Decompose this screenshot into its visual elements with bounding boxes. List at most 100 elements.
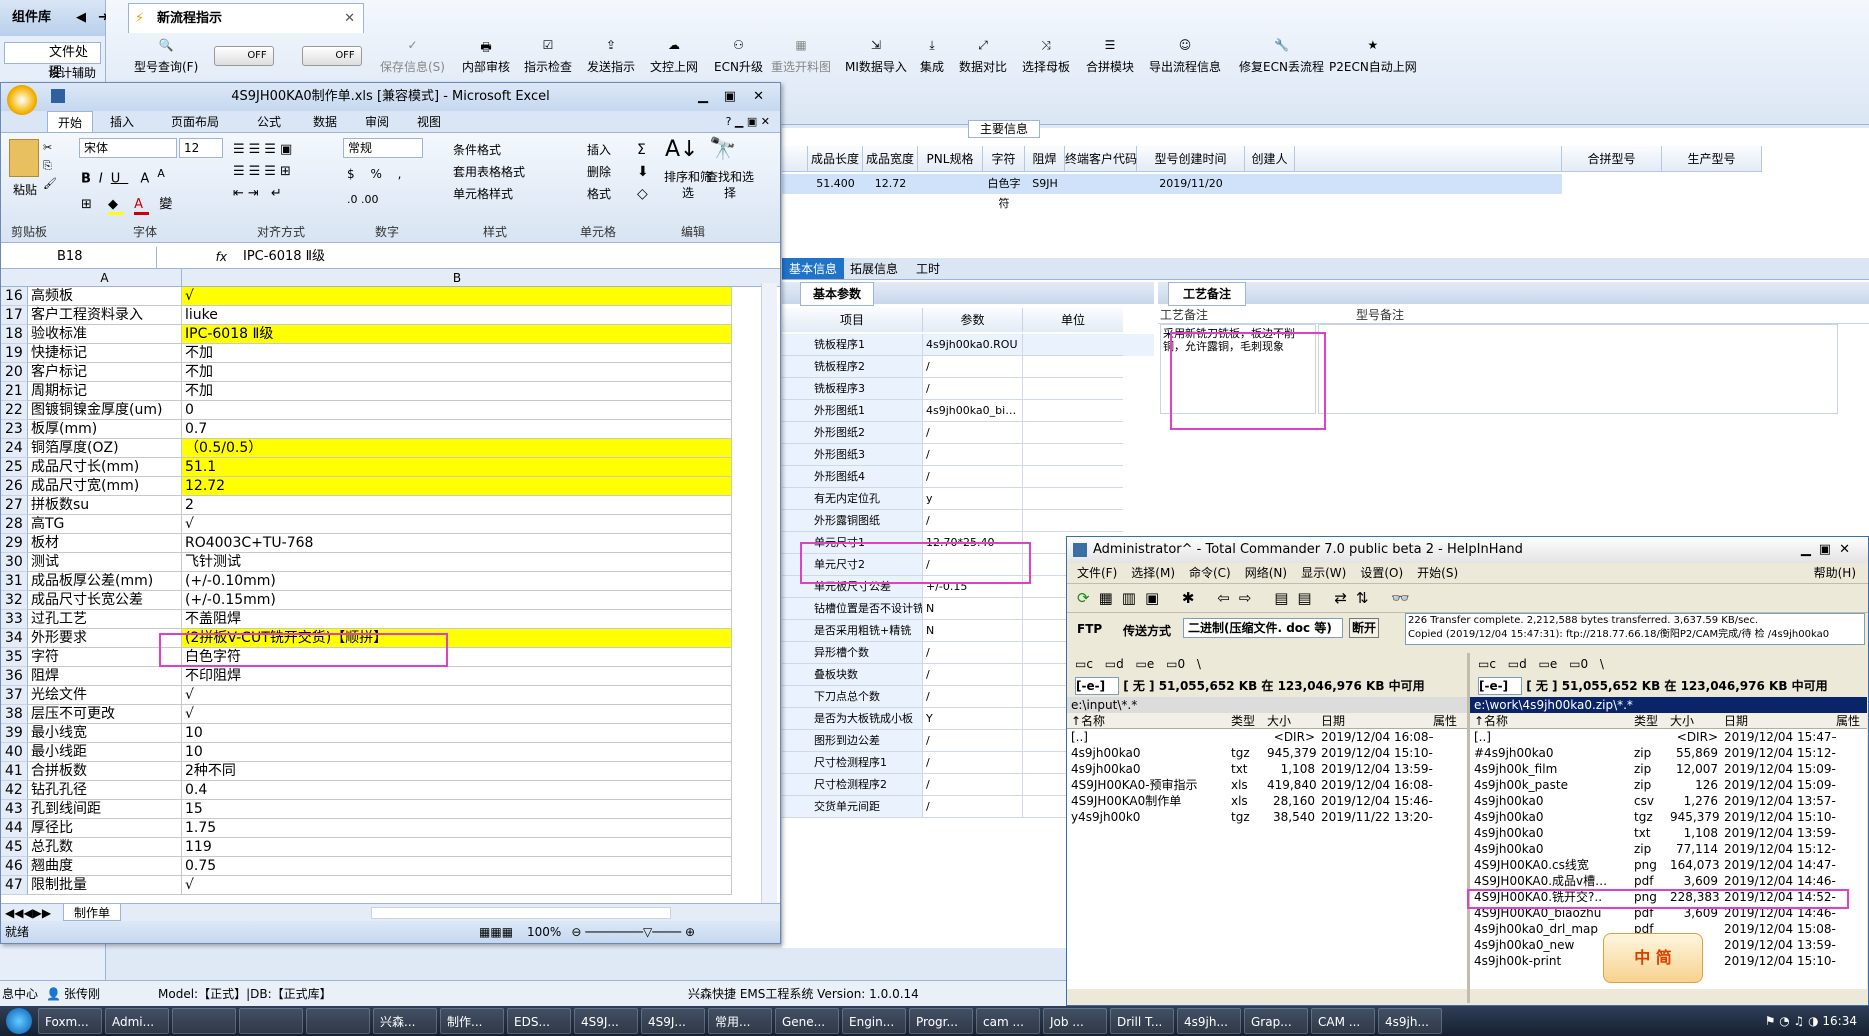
- disconnect-button[interactable]: 断开: [1349, 618, 1379, 638]
- tab-new-process[interactable]: ⚡ 新流程指示 ✕: [128, 3, 364, 33]
- row-number[interactable]: 42: [1, 781, 28, 800]
- cell-a[interactable]: 验收标准: [28, 325, 182, 344]
- alignment-buttons[interactable]: ☰☰☰▣ ☰☰☰⊞ ⇤⇥ ↵: [233, 139, 296, 205]
- row-number[interactable]: 47: [1, 876, 28, 895]
- tray-icons[interactable]: ⚑ ◔ ♫ ◑: [1765, 1014, 1823, 1028]
- cell-b[interactable]: 51.1: [182, 458, 732, 477]
- window-controls-icon[interactable]: ▁▣✕: [1801, 537, 1858, 563]
- param-value[interactable]: /: [923, 444, 1023, 466]
- taskbar-button[interactable]: 常用...: [708, 1008, 772, 1034]
- sheet-nav-icon[interactable]: ◀◀◀▶▶: [1, 904, 63, 921]
- cell-b[interactable]: 2种不同: [182, 762, 732, 781]
- row-number[interactable]: 25: [1, 458, 28, 477]
- taskbar-button[interactable]: Drill T...: [1110, 1008, 1174, 1034]
- cell-a[interactable]: 成品尺寸长(mm): [28, 458, 182, 477]
- cell-b[interactable]: liuke: [182, 306, 732, 325]
- refresh-icon[interactable]: ⟳: [1077, 589, 1099, 607]
- cell-b[interactable]: 0: [182, 401, 732, 420]
- number-format-select[interactable]: 常规: [343, 138, 423, 158]
- param-unit[interactable]: [1023, 422, 1123, 444]
- menu-network[interactable]: 网络(N): [1245, 563, 1287, 583]
- row-number[interactable]: 34: [1, 629, 28, 648]
- cell-a[interactable]: 钻孔孔径: [28, 781, 182, 800]
- row-number[interactable]: 41: [1, 762, 28, 781]
- cell-b[interactable]: （0.5/0.5）: [182, 439, 732, 458]
- cell-b[interactable]: 不加: [182, 382, 732, 401]
- row-number[interactable]: 35: [1, 648, 28, 667]
- param-row[interactable]: 外形图纸2/: [782, 422, 1154, 444]
- row-number[interactable]: 31: [1, 572, 28, 591]
- scissors-icon[interactable]: ✂ ⎘ 🖌: [43, 139, 57, 193]
- row-number[interactable]: 45: [1, 838, 28, 857]
- taskbar-button[interactable]: 4s9jh...: [1378, 1008, 1442, 1034]
- taskbar-button[interactable]: EDS...: [507, 1008, 571, 1034]
- sort-filter-icon[interactable]: A↓: [665, 137, 698, 162]
- row-number[interactable]: 27: [1, 496, 28, 515]
- style-buttons[interactable]: 条件格式 套用表格格式 单元格样式: [435, 139, 525, 205]
- instruction-check-button[interactable]: ☑ 指示检查: [524, 38, 572, 75]
- cell-a[interactable]: 翘曲度: [28, 857, 182, 876]
- cell-a[interactable]: 外形要求: [28, 629, 182, 648]
- tab-view[interactable]: 视图: [403, 111, 455, 132]
- taskbar-button[interactable]: Admi...: [105, 1008, 169, 1034]
- param-row[interactable]: 铣板程序2/: [782, 356, 1154, 378]
- thumbnail-icon[interactable]: ▣: [1145, 589, 1168, 607]
- cell-b[interactable]: 2: [182, 496, 732, 515]
- param-value[interactable]: /: [923, 774, 1023, 796]
- formula-input[interactable]: IPC-6018 Ⅱ级: [237, 247, 780, 268]
- param-unit[interactable]: [1023, 444, 1123, 466]
- tab-work-hours[interactable]: 工时: [904, 258, 952, 279]
- cell-b[interactable]: √: [182, 876, 732, 895]
- row-number[interactable]: 28: [1, 515, 28, 534]
- row-number[interactable]: 30: [1, 553, 28, 572]
- right-drive-select[interactable]: [-e-]: [1478, 677, 1522, 695]
- param-row[interactable]: 铣板程序3/: [782, 378, 1154, 400]
- row-number[interactable]: 18: [1, 325, 28, 344]
- cell-a[interactable]: 光绘文件: [28, 686, 182, 705]
- p2ecn-online-button[interactable]: ★ P2ECN自动上网: [1329, 38, 1417, 75]
- row-number[interactable]: 20: [1, 363, 28, 382]
- cell-a[interactable]: 拼板数su: [28, 496, 182, 515]
- param-value[interactable]: /: [923, 642, 1023, 664]
- tab-insert[interactable]: 插入: [93, 111, 151, 132]
- cell-a[interactable]: 板厚(mm): [28, 420, 182, 439]
- cell-a[interactable]: 合拼板数: [28, 762, 182, 781]
- file-row[interactable]: 4s9jh00ka0 txt 1,108 2019/12/04 13:59-a-: [1067, 761, 1467, 777]
- model-remark-text[interactable]: [1318, 324, 1838, 414]
- menu-start[interactable]: 开始(S): [1417, 563, 1458, 583]
- data-compare-button[interactable]: ⤢ 数据对比: [959, 38, 1007, 75]
- tab-review[interactable]: 审阅: [351, 111, 403, 132]
- param-value[interactable]: /: [923, 752, 1023, 774]
- param-unit[interactable]: [1023, 378, 1123, 400]
- fix-ecn-button[interactable]: 🔧 修复ECN丢流程: [1239, 38, 1324, 75]
- cell-b[interactable]: 0.75: [182, 857, 732, 876]
- param-value[interactable]: /: [923, 664, 1023, 686]
- cell-a[interactable]: 字符: [28, 648, 182, 667]
- font-name-select[interactable]: 宋体: [79, 138, 177, 158]
- menu-settings[interactable]: 设置(O): [1360, 563, 1403, 583]
- save-icon[interactable]: [51, 89, 65, 103]
- param-row[interactable]: 外形图纸4/: [782, 466, 1154, 488]
- sum-icon[interactable]: Σ ⬇ ◇: [637, 139, 649, 205]
- file-row[interactable]: 4s9jh00ka0 tgz 945,379 2019/12/04 15:10-a-: [1470, 809, 1867, 825]
- menu-file[interactable]: 文件(F): [1077, 563, 1117, 583]
- file-row[interactable]: 4s9jh00ka0 csv 1,276 2019/12/04 13:57-a-: [1470, 793, 1867, 809]
- cell-a[interactable]: 层压不可更改: [28, 705, 182, 724]
- cell-b[interactable]: 12.72: [182, 477, 732, 496]
- mi-import-button[interactable]: ⇲ MI数据导入: [845, 38, 907, 75]
- param-value[interactable]: /: [923, 730, 1023, 752]
- cell-b[interactable]: 0.4: [182, 781, 732, 800]
- tab-home[interactable]: 开始: [47, 111, 93, 132]
- horizontal-scrollbar[interactable]: [371, 907, 672, 919]
- menu-command[interactable]: 命令(C): [1189, 563, 1231, 583]
- cell-a[interactable]: 厚径比: [28, 819, 182, 838]
- close-icon[interactable]: ✕: [753, 83, 764, 111]
- row-number[interactable]: 29: [1, 534, 28, 553]
- file-row[interactable]: [..] <DIR> 2019/12/04 16:08—: [1067, 729, 1467, 745]
- taskbar-button[interactable]: CAM ...: [1311, 1008, 1375, 1034]
- cell-b[interactable]: √: [182, 686, 732, 705]
- cell-a[interactable]: 成品尺寸长宽公差: [28, 591, 182, 610]
- sidebar-item-file[interactable]: 文件处理: [4, 42, 101, 80]
- cell-b[interactable]: 10: [182, 724, 732, 743]
- file-row[interactable]: 4S9JH00KA0_biaozhu pdf 3,609 2019/12/04 14:…: [1470, 905, 1867, 921]
